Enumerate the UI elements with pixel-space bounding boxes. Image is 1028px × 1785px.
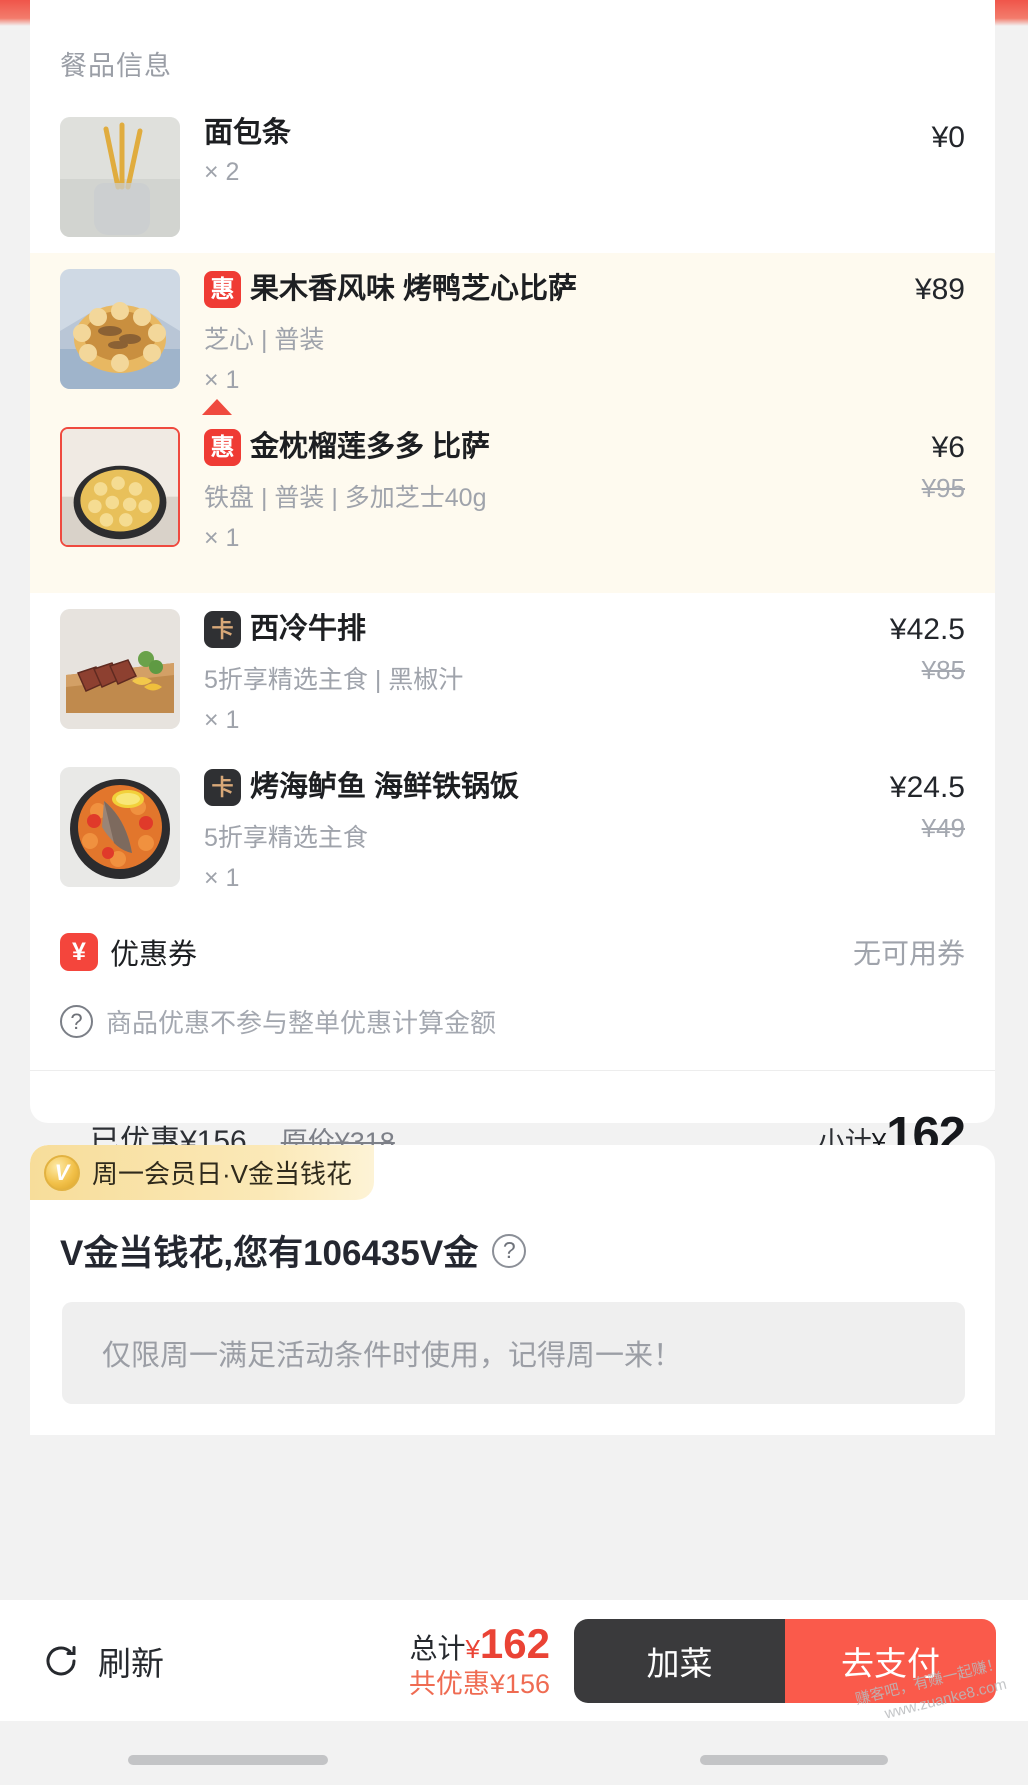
goods-name-line: 惠 果木香风味 烤鸭芝心比萨 [204,271,855,308]
goods-info: 卡 烤海鲈鱼 海鲜铁锅饭 5折享精选主食 × 1 [180,767,855,893]
discount-note-text: 商品优惠不参与整单优惠计算金额 [106,1008,497,1038]
background-accent-left [0,0,30,26]
bottom-action-bar: 刷新 总计¥162 共优惠¥156 加菜 去支付 [0,1600,1028,1721]
refresh-button[interactable]: 刷新 [40,1637,164,1685]
goods-info: 面包条 × 2 [180,117,855,187]
coupon-status: 无可用券 [852,938,965,969]
selection-arrow-icon [202,399,232,415]
totals-block: 总计¥162 共优惠¥156 [164,1622,574,1700]
goods-name-line: 面包条 [204,119,855,148]
refresh-label: 刷新 [98,1644,164,1682]
price-column: ¥89 [855,269,965,307]
card-badge-icon: 卡 [204,611,241,648]
price-column: ¥0 [855,117,965,155]
discount-note-row: ? 商品优惠不参与整单优惠计算金额 [30,977,995,1070]
goods-name-line: 卡 烤海鲈鱼 海鲜铁锅饭 [204,769,855,806]
vgold-title: V金当钱花,您有106435V金 [60,1234,479,1273]
goods-original-price: ¥95 [921,473,965,503]
question-mark-icon[interactable]: ? [60,1005,93,1038]
goods-list: 面包条 × 2 ¥0 惠 果木香风味 烤鸭芝心比萨 芝心 | 普装 × 1 ¥8… [30,101,995,909]
goods-quantity: × 1 [204,864,240,892]
goods-quantity: × 2 [204,158,240,186]
goods-name-line: 卡 西冷牛排 [204,611,855,648]
discount-badge-icon: 惠 [204,429,241,466]
action-buttons: 加菜 去支付 [574,1618,996,1703]
goods-name: 面包条 [204,117,292,149]
goods-quantity: × 1 [204,366,240,394]
durian-pizza-image [60,427,180,547]
goods-original-price: ¥49 [921,813,965,843]
goods-info: 卡 西冷牛排 5折享精选主食 | 黑椒汁 × 1 [180,609,855,735]
page-title: 餐品信息 [60,51,172,81]
goods-name: 金枕榴莲多多 比萨 [250,431,491,463]
goods-name-line: 惠 金枕榴莲多多 比萨 [204,429,855,466]
goods-quantity: × 1 [204,706,240,734]
goods-name: 烤海鲈鱼 海鲜铁锅饭 [250,771,520,803]
goods-info-card: 餐品信息 面包条 × 2 ¥0 惠 果木香风味 烤鸭芝心比萨 芝心 | 普装 ×… [30,0,995,1162]
vgold-notice: 仅限周一满足活动条件时使用，记得周一来！ [62,1302,965,1404]
card-badge-icon: 卡 [204,769,241,806]
member-day-badge: V 周一会员日·V金当钱花 [30,1145,375,1200]
list-item[interactable]: 面包条 × 2 ¥0 [30,101,995,253]
price-column: ¥42.5 ¥85 [855,609,965,686]
goods-price: ¥42.5 [889,613,965,646]
add-dish-button[interactable]: 加菜 [574,1618,785,1703]
coupon-row[interactable]: ¥ 优惠券 无可用券 [30,909,995,977]
goods-spec: 芝心 | 普装 [204,326,325,354]
goods-original-price: ¥85 [921,655,965,685]
home-indicator-right[interactable] [700,1755,888,1765]
goods-price: ¥6 [931,431,965,464]
goods-spec: 5折享精选主食 [204,824,368,852]
total-currency: ¥ [465,1634,480,1665]
price-column: ¥24.5 ¥49 [855,767,965,844]
goods-price: ¥89 [914,273,965,306]
goods-quantity: × 1 [204,524,240,552]
goods-spec: 5折享精选主食 | 黑椒汁 [204,666,464,694]
discount-badge-icon: 惠 [204,271,241,308]
list-item[interactable]: 卡 西冷牛排 5折享精选主食 | 黑椒汁 × 1 ¥42.5 ¥85 [30,593,995,751]
home-indicator-area [0,1721,1028,1785]
total-line: 总计¥162 [164,1622,550,1666]
list-item[interactable]: 惠 果木香风味 烤鸭芝心比萨 芝心 | 普装 × 1 ¥89 [30,253,995,411]
seabass-rice-image [60,767,180,887]
price-column: ¥6 ¥95 [855,427,965,504]
list-item[interactable]: 卡 烤海鲈鱼 海鲜铁锅饭 5折享精选主食 × 1 ¥24.5 ¥49 [30,751,995,909]
goods-name: 西冷牛排 [250,613,367,645]
coupon-left: ¥ 优惠券 [60,931,197,973]
refresh-icon [40,1640,82,1682]
vgold-coin-icon: V [44,1154,80,1191]
steak-image [60,609,180,729]
vgold-card: V 周一会员日·V金当钱花 V金当钱花,您有106435V金 ? 仅限周一满足活… [30,1145,995,1435]
vgold-help-icon[interactable]: ? [492,1233,527,1268]
order-confirm-screen: 餐品信息 面包条 × 2 ¥0 惠 果木香风味 烤鸭芝心比萨 芝心 | 普装 ×… [0,0,1028,1785]
goods-spec: 铁盘 | 普装 | 多加芝士40g [204,484,487,512]
member-day-badge-text: 周一会员日·V金当钱花 [92,1159,353,1189]
duck-pizza-image [60,269,180,389]
breadsticks-image [60,117,180,237]
list-item[interactable]: 惠 金枕榴莲多多 比萨 铁盘 | 普装 | 多加芝士40g × 1 ¥6 ¥95 [30,399,995,593]
coupon-yen-icon: ¥ [60,933,98,971]
total-label: 总计 [409,1633,466,1665]
home-indicator-left[interactable] [128,1755,328,1765]
coupon-label: 优惠券 [110,939,198,971]
goods-price: ¥0 [931,121,965,154]
goods-price: ¥24.5 [889,771,965,804]
checkout-button[interactable]: 去支付 [785,1618,996,1703]
goods-info: 惠 果木香风味 烤鸭芝心比萨 芝心 | 普装 × 1 [180,269,855,395]
goods-info: 惠 金枕榴莲多多 比萨 铁盘 | 普装 | 多加芝士40g × 1 [180,427,855,553]
total-amount: 162 [479,1620,550,1668]
goods-name: 果木香风味 烤鸭芝心比萨 [250,273,578,305]
total-saved-label: 共优惠¥156 [408,1669,550,1700]
